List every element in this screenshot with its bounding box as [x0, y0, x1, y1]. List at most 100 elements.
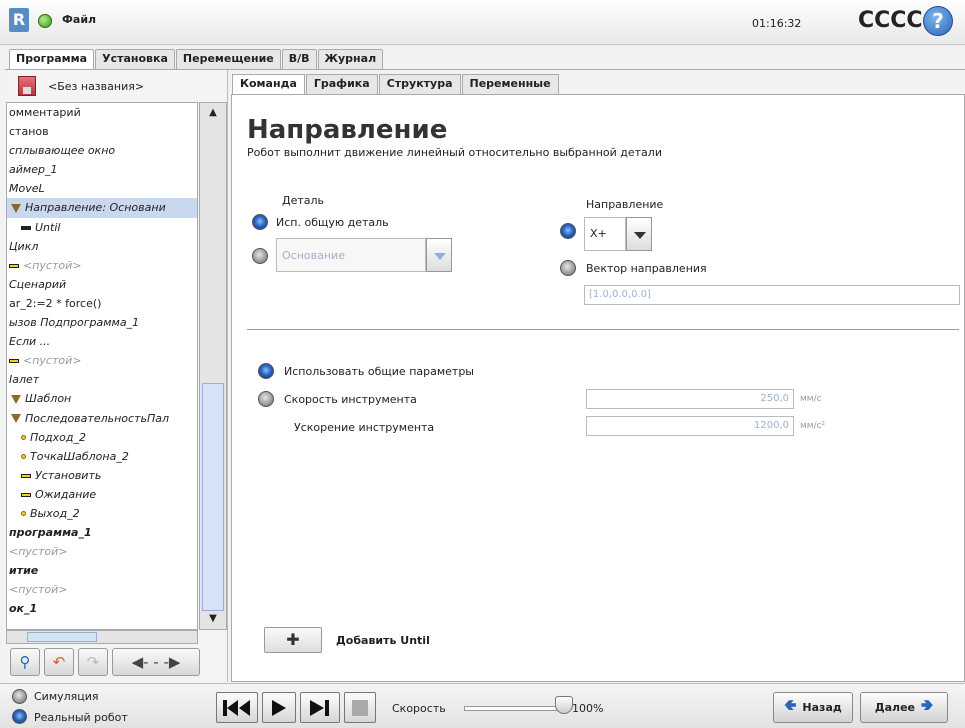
direction-axis-radio[interactable]: [560, 223, 576, 239]
help-icon[interactable]: ?: [923, 6, 953, 36]
direction-vector-radio[interactable]: [560, 260, 576, 276]
tab-installation[interactable]: Установка: [95, 49, 175, 69]
feature-select[interactable]: Основание: [276, 238, 426, 272]
tree-item[interactable]: Until: [7, 218, 197, 237]
back-button[interactable]: 🢀 Назад: [773, 692, 853, 723]
tree-item-label: <пустой>: [9, 583, 68, 597]
command-icon: [21, 473, 31, 478]
speed-slider-knob[interactable]: [555, 696, 573, 714]
scroll-down-arrow-icon[interactable]: ▼: [200, 611, 226, 627]
arrow-left-icon: 🢀: [784, 696, 797, 714]
real-robot-radio[interactable]: [12, 709, 27, 724]
add-until-button[interactable]: ✚: [264, 627, 322, 653]
tree-item-label: Ожидание: [35, 487, 97, 501]
tree-item[interactable]: Шаблон: [7, 389, 197, 408]
tab-structure[interactable]: Структура: [378, 74, 461, 94]
use-shared-params-radio[interactable]: [258, 363, 274, 379]
tool-speed-radio[interactable]: [258, 391, 274, 407]
tree-item[interactable]: Подход_2: [7, 428, 197, 447]
tree-item[interactable]: аймер_1: [7, 160, 197, 179]
chevron-down-icon: [634, 232, 646, 239]
tab-move[interactable]: Перемещение: [175, 49, 281, 69]
tab-variables[interactable]: Переменные: [461, 74, 559, 94]
tree-item[interactable]: сплывающее окно: [7, 141, 197, 160]
tree-item[interactable]: ызов Подпрограмма_1: [7, 313, 197, 332]
tree-item[interactable]: MoveL: [7, 179, 197, 198]
tree-item[interactable]: <пустой>: [7, 580, 197, 599]
tree-horizontal-scrollbar[interactable]: [6, 630, 198, 644]
tree-item[interactable]: ПоследовательностьПал: [7, 409, 197, 428]
tree-item-label: аймер_1: [9, 163, 58, 177]
tool-speed-field[interactable]: 250,0: [586, 389, 794, 409]
speed-slider[interactable]: [464, 706, 566, 711]
custom-feature-radio[interactable]: [252, 248, 268, 264]
hscroll-thumb[interactable]: [27, 632, 97, 642]
tree-item[interactable]: <пустой>: [7, 351, 197, 370]
scroll-thumb[interactable]: [202, 383, 224, 611]
tree-item[interactable]: <пустой>: [7, 542, 197, 561]
tree-item[interactable]: Направление: Основани: [7, 198, 197, 218]
tree-item[interactable]: Если ...: [7, 332, 197, 351]
arrow-right-icon: 🢂: [921, 696, 934, 714]
tree-item[interactable]: Сценарий: [7, 275, 197, 294]
direction-vector-field[interactable]: [1.0,0.0,0.0]: [584, 285, 960, 305]
tree-item[interactable]: Установить: [7, 466, 197, 485]
tool-accel-field[interactable]: 1200,0: [586, 416, 794, 436]
chevron-down-icon: [434, 253, 446, 260]
tree-item-label: ТочкаШаблона_2: [30, 449, 129, 463]
tree-item-label: <пустой>: [23, 354, 82, 368]
ur-logo: R: [9, 8, 29, 32]
tree-item[interactable]: станов: [7, 122, 197, 141]
stop-button[interactable]: [344, 692, 376, 723]
tree-item[interactable]: Ожидание: [7, 485, 197, 504]
feature-dropdown-button[interactable]: [426, 238, 452, 272]
tree-item[interactable]: ar_2:=2 * force(): [7, 294, 197, 313]
tree-item-label: Цикл: [9, 239, 39, 253]
tree-item-label: Сценарий: [9, 277, 67, 291]
tree-vertical-scrollbar[interactable]: ▲ ▼: [199, 102, 227, 630]
undo-icon[interactable]: ↶: [44, 648, 74, 676]
command-panel: Направление Робот выполнит движение лине…: [231, 94, 965, 682]
play-button[interactable]: [262, 692, 296, 723]
tree-item-label: итие: [9, 564, 39, 578]
tab-graphics[interactable]: Графика: [305, 74, 378, 94]
direction-select[interactable]: X+: [584, 217, 626, 251]
tab-log[interactable]: Журнал: [317, 49, 384, 69]
direction-dropdown-button[interactable]: [626, 217, 652, 251]
save-icon[interactable]: [18, 76, 36, 96]
page-title: Направление: [247, 115, 448, 145]
tree-item[interactable]: <пустой>: [7, 256, 197, 275]
tree-item[interactable]: Цикл: [7, 237, 197, 256]
scroll-up-arrow-icon[interactable]: ▲: [200, 105, 226, 121]
tree-item[interactable]: омментарий: [7, 103, 197, 122]
tree-item[interactable]: ок_1: [7, 599, 197, 618]
use-common-feature-radio[interactable]: [252, 214, 268, 230]
simulation-radio[interactable]: [12, 689, 27, 704]
waypoint-icon: [21, 511, 26, 517]
tree-item-label: ПоследовательностьПал: [25, 411, 169, 425]
tree-item-label: <пустой>: [9, 545, 68, 559]
skip-back-button[interactable]: [216, 692, 258, 723]
direction-vector-label: Вектор направления: [586, 262, 707, 275]
speed-label: Скорость: [392, 702, 446, 715]
tree-item[interactable]: Выход_2: [7, 504, 197, 523]
step-button[interactable]: [300, 692, 340, 723]
search-icon[interactable]: ⚲: [10, 648, 40, 676]
move-left-right-icon[interactable]: ◀- - -▶: [112, 648, 200, 676]
tree-item[interactable]: ТочкаШаблона_2: [7, 447, 197, 466]
use-shared-params-label: Использовать общие параметры: [284, 365, 474, 378]
tab-program[interactable]: Программа: [9, 49, 95, 70]
tree-item-label: Выход_2: [30, 506, 80, 520]
tree-item[interactable]: итие: [7, 561, 197, 580]
file-menu[interactable]: Файл: [62, 13, 96, 26]
tab-io[interactable]: В/В: [281, 49, 317, 69]
program-tree[interactable]: омментарий станов сплывающее окно аймер_1 Mo…: [6, 102, 198, 630]
tree-item[interactable]: Іалет: [7, 370, 197, 389]
redo-icon[interactable]: ↷: [78, 648, 108, 676]
tree-item-label: станов: [9, 125, 49, 139]
top-bar: R Файл 01:16:32 CCCC ?: [0, 0, 965, 45]
tab-command[interactable]: Команда: [232, 74, 305, 94]
tree-item[interactable]: программа_1: [7, 523, 197, 542]
next-button[interactable]: Далее 🢂: [860, 692, 948, 723]
command-icon: [9, 263, 19, 268]
